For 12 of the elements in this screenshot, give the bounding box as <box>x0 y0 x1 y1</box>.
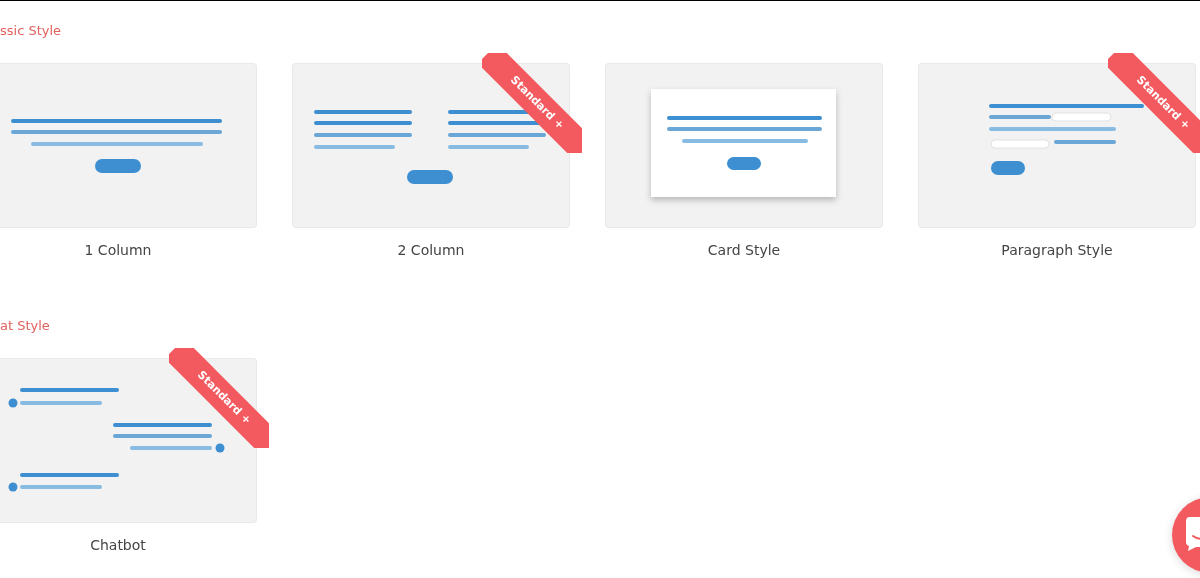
template-card[interactable] <box>293 64 569 227</box>
template-label: Card Style <box>707 241 781 259</box>
template-label: Chatbot <box>90 536 146 554</box>
template-label: 2 Column <box>397 241 465 259</box>
section-heading: at Style <box>0 317 50 335</box>
section-heading: ssic Style <box>0 22 62 40</box>
template-card[interactable] <box>606 64 882 227</box>
template-card[interactable] <box>0 359 256 522</box>
template-card[interactable] <box>919 64 1195 227</box>
template-card[interactable] <box>0 64 256 227</box>
template-label: 1 Column <box>84 241 152 259</box>
template-label: Paragraph Style <box>1001 241 1113 259</box>
